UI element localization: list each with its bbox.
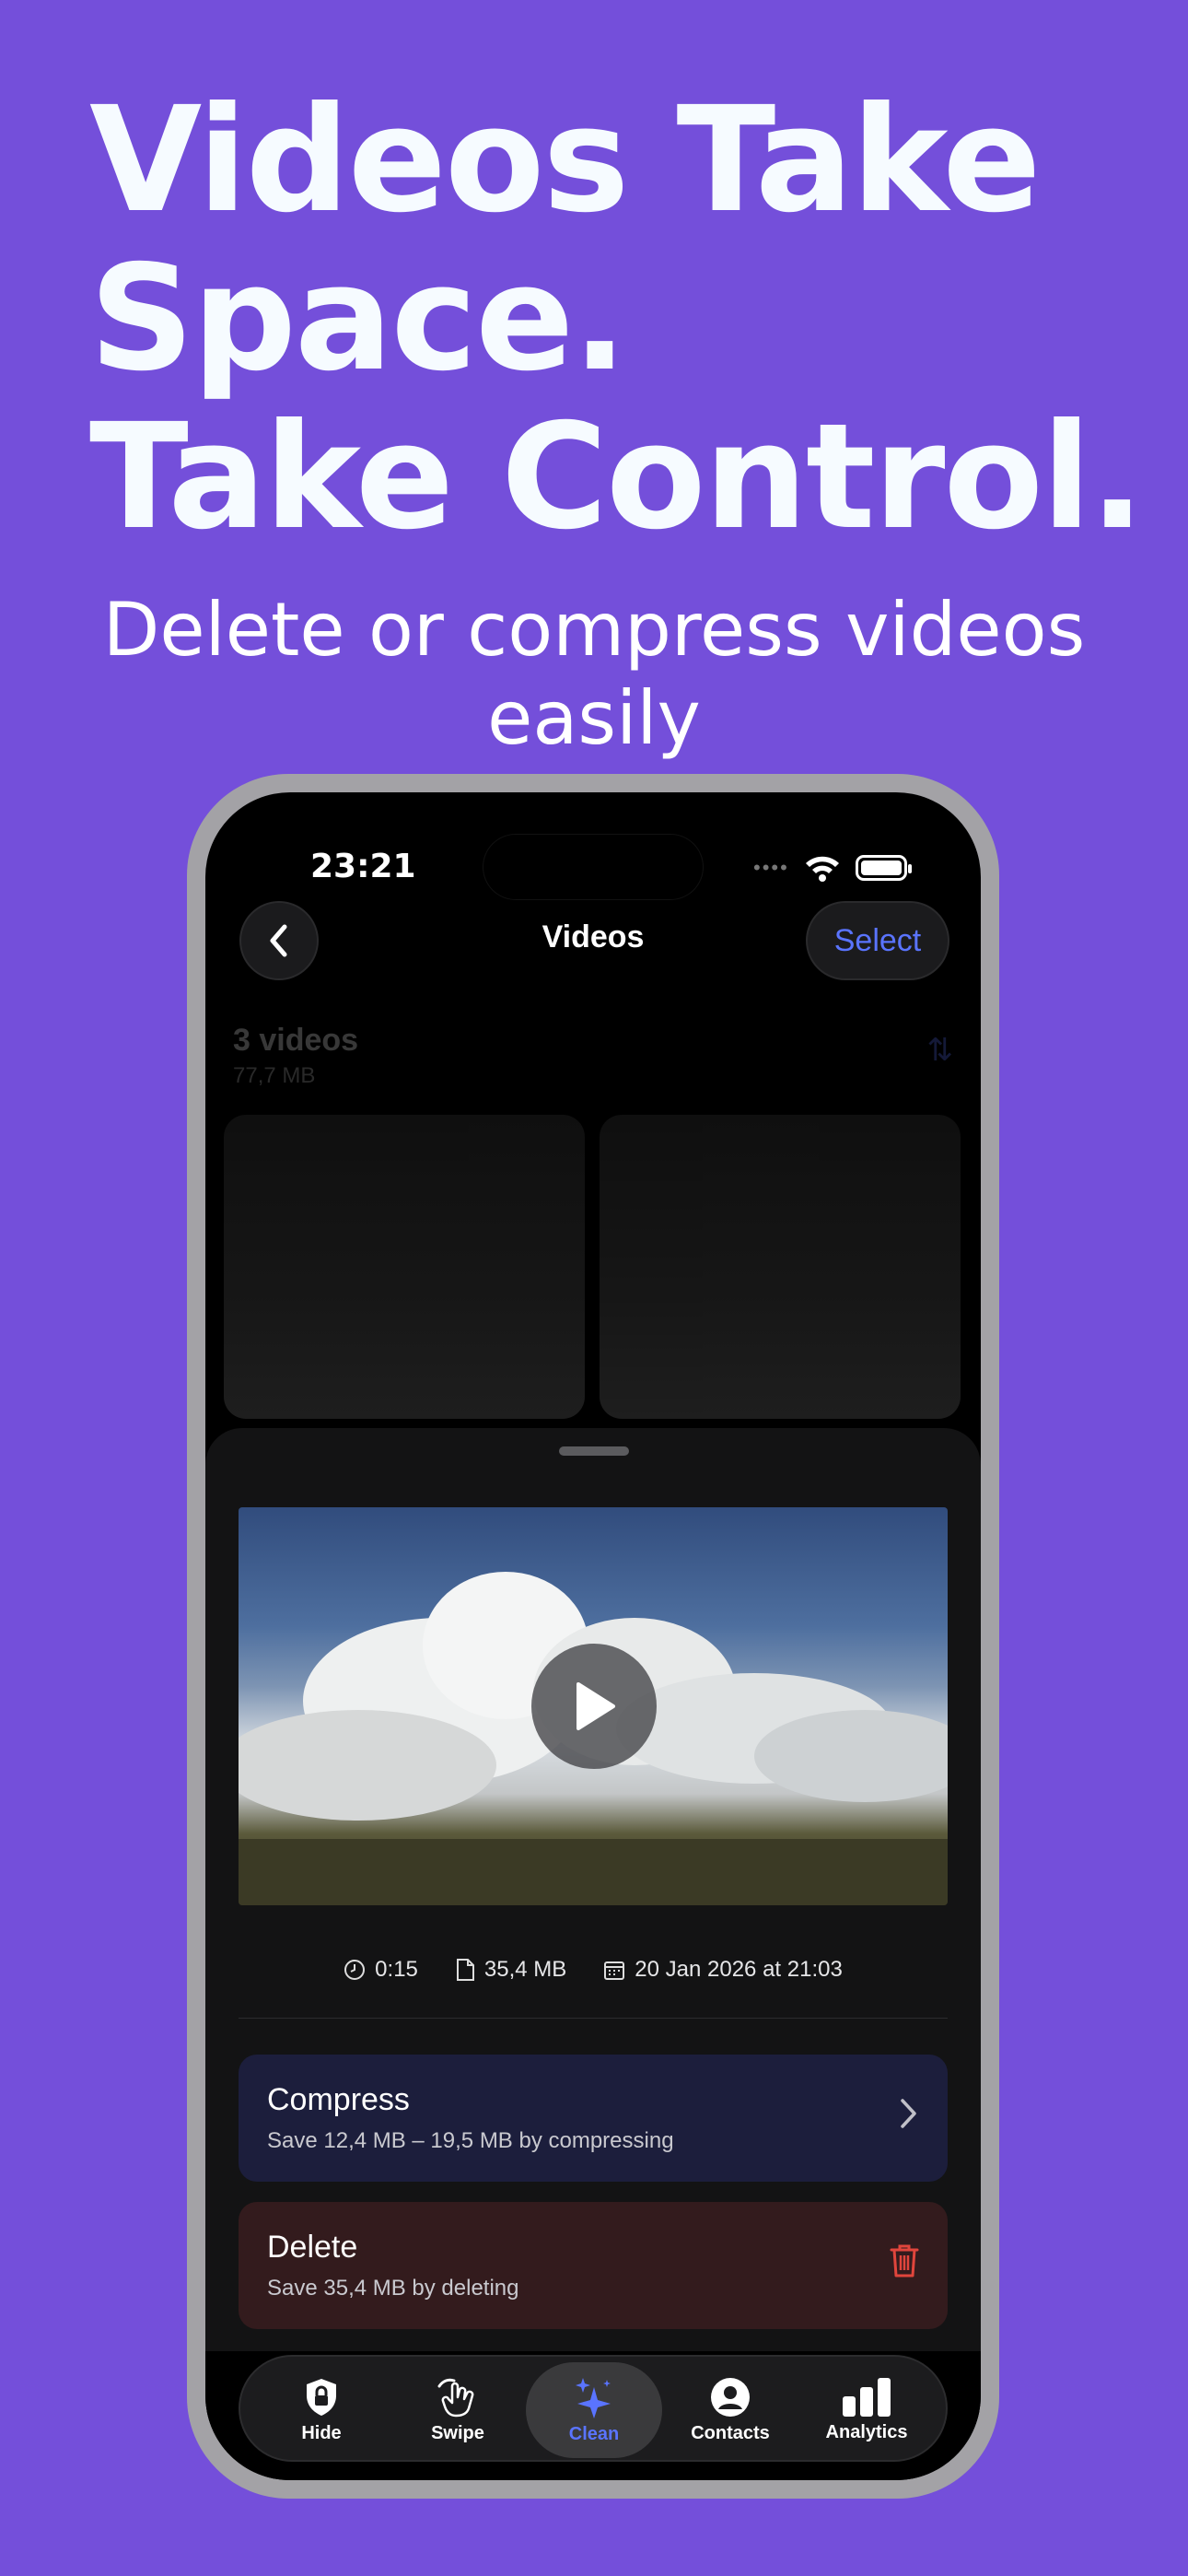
tab-hide-label: Hide [301, 2422, 342, 2443]
status-time: 23:21 [310, 848, 416, 885]
video-library-background: 3 videos 77,7 MB ⇅ [205, 1023, 981, 1419]
wifi-icon [805, 856, 839, 882]
status-icons: •••• [753, 849, 912, 886]
shield-lock-icon [307, 2378, 336, 2416]
hand-swipe-icon [437, 2378, 474, 2417]
sheet-grabber[interactable] [559, 1446, 629, 1456]
video-metadata: 0:15 35,4 MB 20 Jan 2026 at 21:03 [205, 1957, 981, 1983]
headline-line-1: Videos Take [89, 76, 1042, 245]
video-thumbnail [600, 1115, 961, 1419]
tab-swipe-label: Swipe [431, 2422, 484, 2443]
phone-screen: 23:21 •••• Videos Select 3 videos 77,7 M… [205, 792, 981, 2480]
phone-frame: 23:21 •••• Videos Select 3 videos 77,7 M… [187, 774, 999, 2499]
person-circle-icon [711, 2377, 750, 2417]
battery-icon [855, 855, 912, 881]
tab-clean-label: Clean [568, 2423, 620, 2444]
tab-bar: Hide Swipe Clean Contacts Analytics [239, 2355, 948, 2462]
chevron-right-icon [898, 2095, 920, 2137]
delete-subtitle: Save 35,4 MB by deleting [267, 2276, 519, 2301]
compress-button[interactable]: Compress Save 12,4 MB – 19,5 MB by compr… [239, 2055, 948, 2182]
video-duration: 0:15 [375, 1957, 418, 1982]
library-size: 77,7 MB [233, 1063, 316, 1088]
duration-info: 0:15 [344, 1957, 418, 1983]
promo-headline: Videos Take Space. Take Control. [89, 76, 1145, 562]
tab-clean[interactable]: Clean [526, 2362, 662, 2458]
tab-hide[interactable]: Hide [253, 2362, 390, 2458]
promo-subhead: Delete or compress videos easily [102, 587, 1086, 761]
tab-contacts[interactable]: Contacts [662, 2362, 798, 2458]
size-info: 35,4 MB [455, 1957, 566, 1983]
video-count: 3 videos [233, 1023, 359, 1058]
headline-line-2: Space. [89, 234, 627, 404]
clock-icon [344, 1960, 366, 1980]
dynamic-island [483, 835, 703, 899]
trash-icon [889, 2242, 920, 2284]
compress-subtitle: Save 12,4 MB – 19,5 MB by compressing [267, 2128, 674, 2153]
video-size: 35,4 MB [483, 1957, 567, 1982]
video-detail-sheet: 0:15 35,4 MB 20 Jan 2026 at 21:03 Compre… [205, 1428, 981, 2480]
signal-icon: •••• [753, 856, 789, 879]
bar-chart-icon [843, 2377, 891, 2417]
video-preview[interactable] [239, 1507, 948, 1905]
select-button[interactable]: Select [806, 901, 949, 980]
delete-title: Delete [267, 2230, 358, 2265]
sparkles-icon [576, 2377, 611, 2418]
sort-icon[interactable]: ⇅ [927, 1032, 954, 1069]
headline-line-3: Take Control. [89, 392, 1145, 562]
video-date: 20 Jan 2026 at 21:03 [635, 1957, 843, 1982]
play-button[interactable] [531, 1644, 657, 1769]
calendar-icon [604, 1961, 625, 1980]
play-icon [577, 1682, 615, 1730]
file-icon [456, 1959, 474, 1981]
date-info: 20 Jan 2026 at 21:03 [603, 1957, 843, 1983]
divider [239, 2018, 948, 2019]
delete-button[interactable]: Delete Save 35,4 MB by deleting [239, 2202, 948, 2329]
tab-analytics[interactable]: Analytics [798, 2362, 935, 2458]
tab-contacts-label: Contacts [691, 2422, 770, 2443]
video-thumbnail [224, 1115, 585, 1419]
compress-title: Compress [267, 2082, 410, 2117]
tab-swipe[interactable]: Swipe [390, 2362, 526, 2458]
tab-analytics-label: Analytics [825, 2421, 908, 2442]
